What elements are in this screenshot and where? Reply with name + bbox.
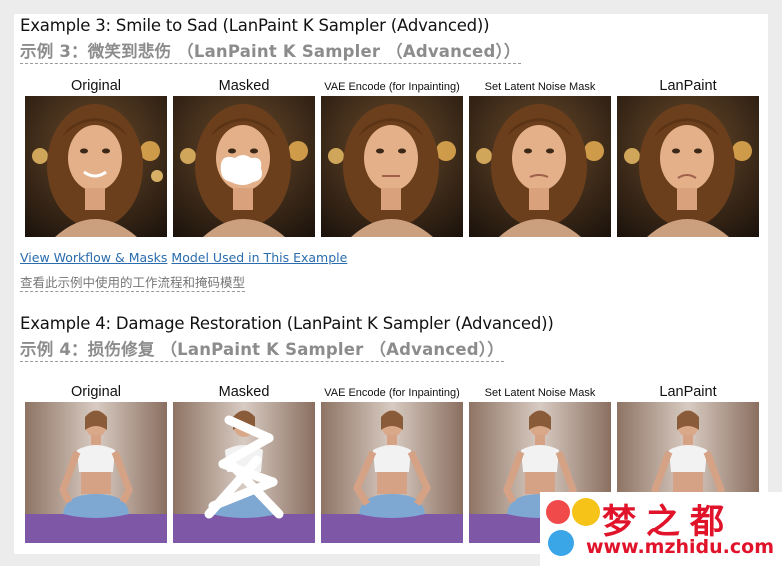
caption-latent: Set Latent Noise Mask [484, 81, 596, 93]
masked-yoga-image [173, 402, 315, 543]
example4-masked: Masked [173, 382, 315, 543]
lanpaint-portrait-image [617, 96, 759, 237]
latent-portrait-image [469, 96, 611, 237]
blue-face-icon [548, 530, 574, 556]
example4-vae-encode: VAE Encode (for Inpainting) [321, 382, 463, 543]
example3-original: Original [25, 76, 167, 237]
yellow-face-icon [572, 498, 600, 526]
portrait-image [25, 96, 167, 237]
caption-lanpaint: LanPaint [659, 78, 717, 94]
masked-portrait-image [173, 96, 315, 237]
caption-lanpaint: LanPaint [659, 384, 717, 400]
example3-links-zh: 查看此示例中使用的工作流程和掩码模型 [20, 272, 246, 292]
example3-title: Example 3: Smile to Sad (LanPaint K Samp… [20, 16, 490, 35]
caption-vae: VAE Encode (for Inpainting) [324, 387, 460, 399]
content-page: Example 3: Smile to Sad (LanPaint K Samp… [14, 14, 768, 554]
example4-title: Example 4: Damage Restoration (LanPaint … [20, 314, 554, 333]
caption-vae: VAE Encode (for Inpainting) [324, 81, 460, 93]
example4-title-zh: 示例 4：损伤修复 （LanPaint K Sampler （Advanced）… [20, 336, 504, 362]
example3-set-latent-noise-mask: Set Latent Noise Mask [469, 76, 611, 237]
example3-masked: Masked [173, 76, 315, 237]
example3-image-row: Original Masked VAE Encode (for Inpainti… [20, 76, 760, 237]
caption-masked: Masked [218, 384, 270, 400]
caption-latent: Set Latent Noise Mask [484, 387, 596, 399]
example4-original: Original [25, 382, 167, 543]
view-workflow-link[interactable]: View Workflow & Masks [20, 250, 167, 265]
caption-original: Original [71, 78, 121, 94]
example3-vae-encode: VAE Encode (for Inpainting) [321, 76, 463, 237]
example3-title-zh: 示例 3：微笑到悲伤 （LanPaint K Sampler （Advanced… [20, 38, 521, 64]
caption-original: Original [71, 384, 121, 400]
watermark-logo: 梦之都 www.mzhidu.com [540, 492, 782, 566]
caption-masked: Masked [218, 78, 270, 94]
vae-yoga-image [321, 402, 463, 543]
watermark-url: www.mzhidu.com [586, 536, 775, 558]
model-used-link[interactable]: Model Used in This Example [171, 250, 347, 265]
red-face-icon [546, 500, 570, 524]
example3-links: View Workflow & Masks Model Used in This… [20, 250, 347, 265]
example3-lanpaint: LanPaint [617, 76, 759, 237]
vae-portrait-image [321, 96, 463, 237]
yoga-image [25, 402, 167, 543]
